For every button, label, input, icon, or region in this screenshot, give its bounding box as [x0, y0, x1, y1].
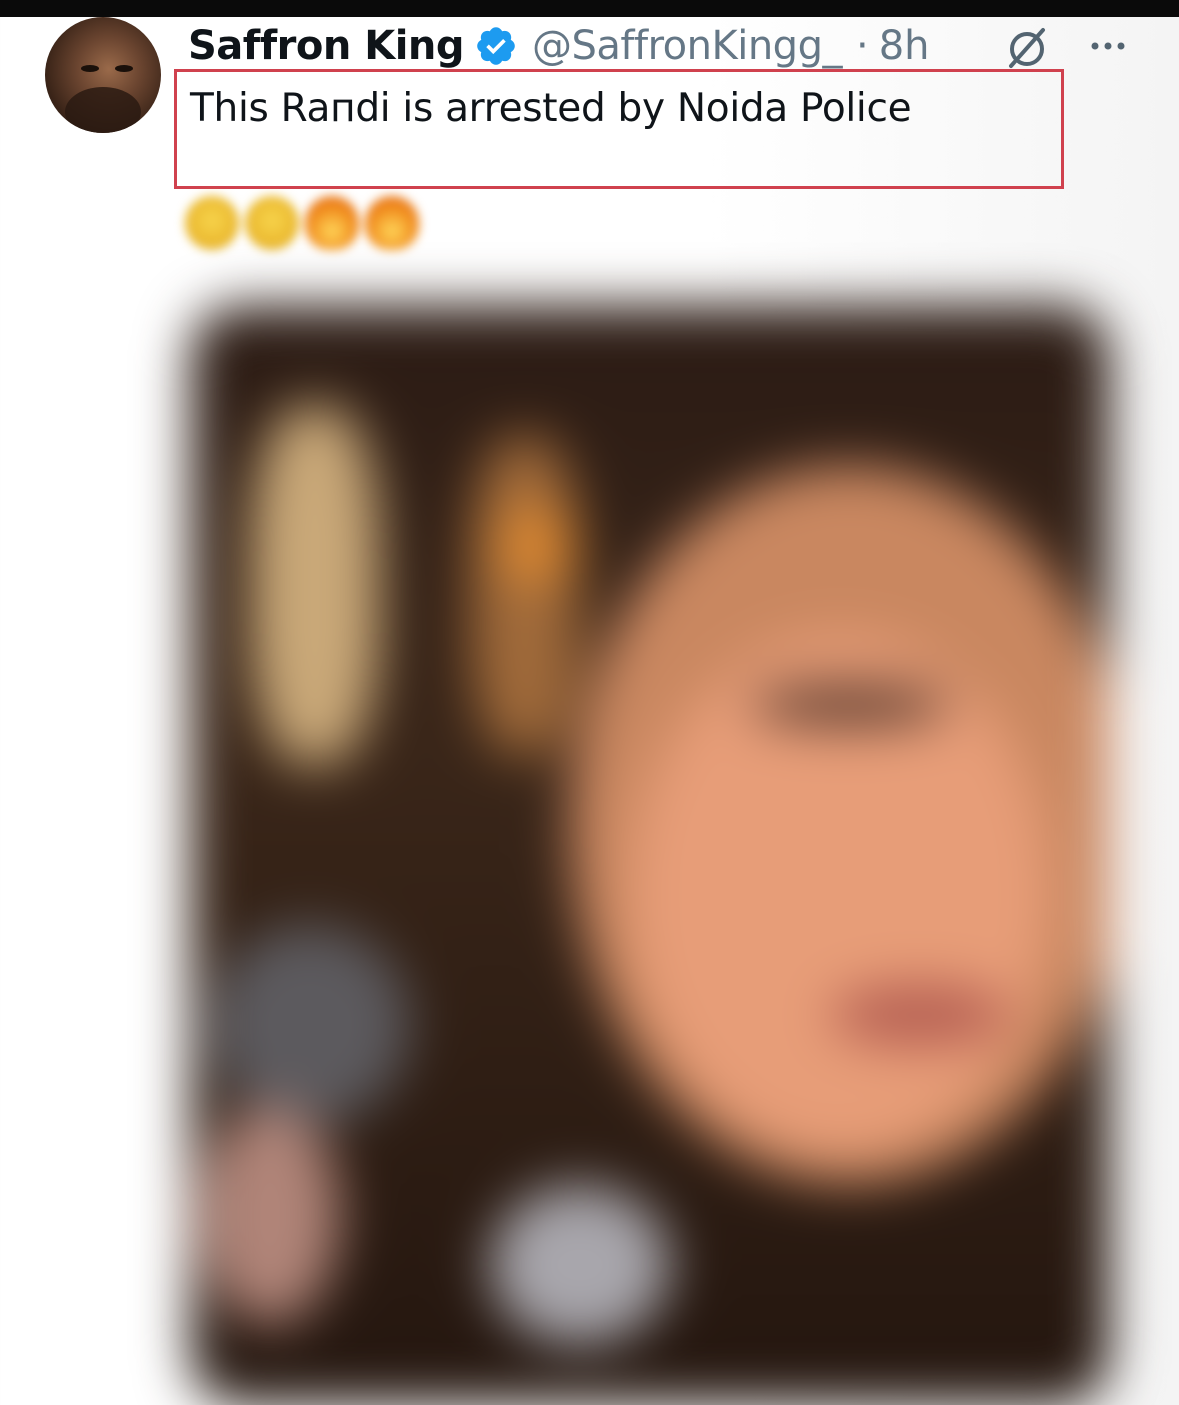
- avatar-eye-left: [81, 65, 99, 72]
- avatar-beard: [65, 87, 141, 133]
- emoji-row: [185, 196, 419, 250]
- media-blob: [830, 985, 1010, 1045]
- top-bar: [0, 0, 1179, 17]
- media-blob: [210, 925, 410, 1125]
- more-options-icon[interactable]: [1086, 24, 1130, 68]
- author-handle[interactable]: @SaffronKingg_: [532, 23, 842, 69]
- header-separator: ·: [855, 23, 869, 69]
- fire-emoji-icon: [305, 196, 359, 250]
- author-avatar[interactable]: [45, 17, 161, 133]
- media-blob: [200, 1105, 340, 1325]
- media-blob: [750, 685, 950, 725]
- laughing-emoji-icon: [185, 196, 239, 250]
- tweet-time[interactable]: 8h: [879, 23, 930, 69]
- media-blob: [500, 505, 570, 585]
- tweet-text: This Raпdi is arrested by Noida Police: [190, 86, 912, 131]
- media-blob: [490, 1185, 670, 1345]
- avatar-eye-right: [115, 65, 133, 72]
- media-blob: [470, 435, 580, 755]
- laughing-emoji-icon: [245, 196, 299, 250]
- media-blob: [250, 405, 380, 765]
- grok-icon[interactable]: [1003, 24, 1051, 72]
- tweet-media-image[interactable]: [190, 305, 1110, 1405]
- verified-badge-icon: [477, 27, 515, 65]
- fire-emoji-icon: [365, 196, 419, 250]
- author-name[interactable]: Saffron King: [188, 23, 465, 69]
- tweet-header: Saffron King @SaffronKingg_ · 8h: [188, 20, 930, 72]
